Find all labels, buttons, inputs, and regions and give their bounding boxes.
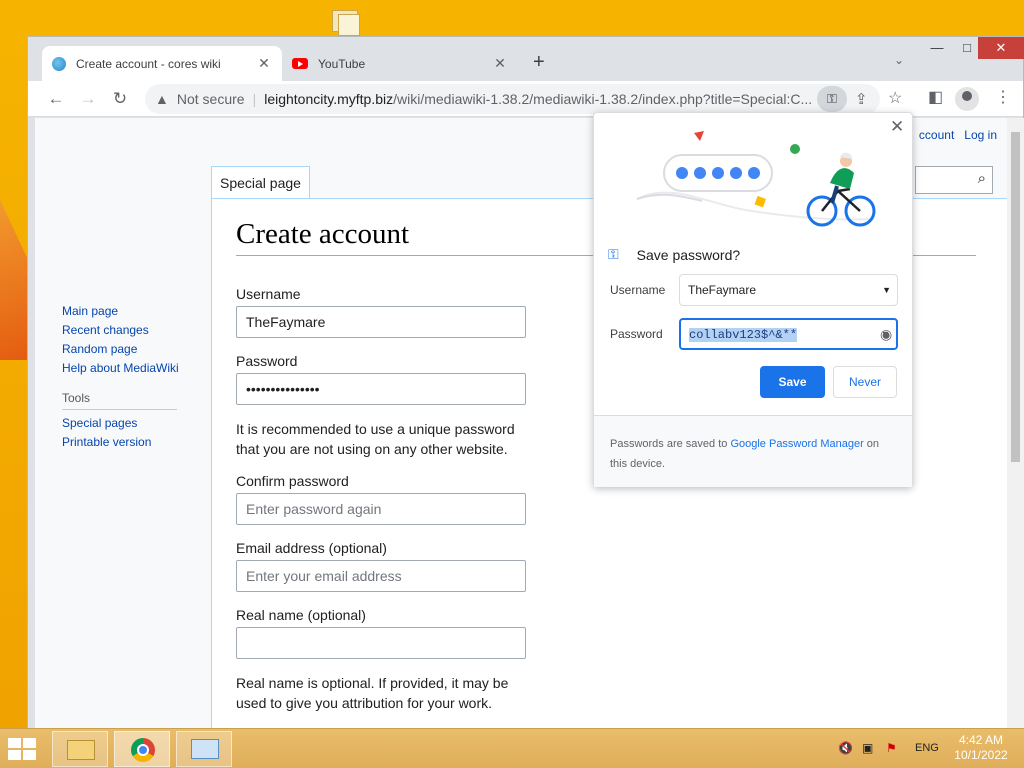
dialog-title: ⚿ Save password? (608, 246, 740, 263)
back-arrow-icon[interactable]: ← (44, 87, 68, 111)
action-center-flag-icon[interactable]: ⚑ (886, 741, 897, 755)
url-host: leightoncity.myftp.biz (264, 91, 394, 107)
tab-special-page[interactable]: Special page (211, 166, 310, 199)
new-tab-button[interactable]: + (533, 51, 545, 74)
clock-time: 4:42 AM (958, 733, 1004, 747)
sidebar-item-recent-changes[interactable]: Recent changes (62, 323, 179, 337)
profile-avatar-icon[interactable] (955, 87, 979, 111)
dialog-title-text: Save password? (636, 246, 741, 263)
create-account-form: Username TheFaymare Password •••••••••••… (236, 286, 526, 713)
dialog-close-icon[interactable]: ✕ (890, 117, 904, 137)
control-panel-icon (191, 739, 219, 759)
windows-start-icon[interactable] (8, 738, 38, 762)
email-field[interactable]: Enter your email address (236, 560, 526, 592)
tab-close-icon[interactable]: ✕ (256, 55, 272, 72)
youtube-favicon-icon (292, 58, 308, 69)
real-name-help-text: Real name is optional. If provided, it m… (236, 675, 509, 711)
key-icon: ⚿ (608, 246, 619, 262)
desktop-wallpaper-shape (0, 200, 30, 360)
never-button[interactable]: Never (833, 366, 897, 398)
warning-triangle-icon[interactable]: ▲ (155, 91, 169, 107)
wiki-favicon-icon (52, 56, 66, 71)
chrome-taskbar-button[interactable] (114, 731, 170, 767)
tab-youtube[interactable]: YouTube ✕ (282, 46, 518, 81)
sidebar-item-help[interactable]: Help about MediaWiki (62, 361, 179, 375)
address-bar[interactable]: ▲ Not secure | leightoncity.myftp.biz/wi… (145, 84, 880, 114)
popup-password-label: Password (610, 327, 663, 341)
reload-icon[interactable]: ↻ (108, 87, 132, 111)
volume-muted-icon[interactable]: 🔇 (838, 741, 853, 755)
chevron-down-icon: ▼ (882, 285, 891, 295)
personal-links: ccount Log in (919, 128, 997, 142)
forward-arrow-icon[interactable]: → (76, 87, 100, 111)
popup-username-label: Username (610, 283, 666, 297)
confirm-password-label: Confirm password (236, 473, 349, 489)
real-name-field[interactable] (236, 627, 526, 659)
wiki-search-input[interactable]: ⌕ (915, 166, 993, 194)
log-in-link[interactable]: Log in (964, 128, 997, 142)
bookmark-star-icon[interactable]: ☆ (888, 88, 902, 108)
window-close-button[interactable]: ✕ (978, 37, 1024, 59)
popup-password-select[interactable]: collabv123$^&** ▼ (679, 318, 898, 350)
clock-date: 10/1/2022 (954, 748, 1008, 762)
system-clock[interactable]: 4:42 AM 10/1/2022 (950, 733, 1012, 763)
sidebar-item-main-page[interactable]: Main page (62, 304, 179, 318)
folder-icon (67, 740, 95, 760)
language-indicator[interactable]: ENG (915, 742, 939, 754)
create-account-link[interactable]: ccount (919, 128, 954, 142)
sidebar-tools-header: Tools (62, 391, 177, 410)
sidebar-item-random-page[interactable]: Random page (62, 342, 179, 356)
real-name-label: Real name (optional) (236, 607, 366, 623)
taskbar: 🔇 ▣ ⚑ ENG 4:42 AM 10/1/2022 (0, 728, 1024, 768)
chrome-icon (131, 738, 155, 762)
control-panel-button[interactable] (176, 731, 232, 767)
confirm-password-field[interactable]: Enter password again (236, 493, 526, 525)
tab-strip: Create account - cores wiki ✕ YouTube ✕ … (28, 37, 1024, 81)
email-label: Email address (optional) (236, 540, 387, 556)
tab-title: YouTube (318, 56, 366, 71)
show-password-eye-icon[interactable]: ◉ (880, 326, 892, 343)
side-panel-icon[interactable]: ◧ (928, 87, 943, 107)
username-label: Username (236, 286, 301, 302)
tab-title: Create account - cores wiki (76, 56, 221, 71)
menu-kebab-icon[interactable]: ⋮ (995, 87, 1011, 107)
tab-create-account[interactable]: Create account - cores wiki ✕ (42, 46, 282, 81)
password-help-text: It is recommended to use a unique passwo… (236, 421, 515, 457)
popup-username-select[interactable]: TheFaymare ▼ (679, 274, 898, 306)
tab-search-chevron-icon[interactable]: ⌄ (894, 53, 904, 67)
popup-username-value: TheFaymare (688, 283, 757, 297)
popup-password-value: collabv123$^&** (689, 328, 798, 342)
url-text[interactable]: leightoncity.myftp.biz/wiki/mediawiki-1.… (264, 91, 819, 107)
footer-text-prefix: Passwords are saved to (610, 438, 731, 450)
page-scrollbar[interactable] (1007, 118, 1024, 728)
security-status[interactable]: Not secure (177, 91, 245, 107)
share-icon[interactable]: ⇪ (855, 90, 868, 108)
desktop-folder-icon[interactable] (330, 6, 364, 36)
file-explorer-button[interactable] (52, 731, 108, 767)
save-password-dialog: ✕ ⚿ Save password? Username TheFaymare ▼… (593, 112, 913, 487)
save-button[interactable]: Save (760, 366, 825, 398)
network-icon[interactable]: ▣ (862, 741, 873, 755)
password-illustration (636, 131, 876, 227)
scrollbar-thumb[interactable] (1011, 132, 1020, 462)
divider: | (252, 91, 257, 107)
tab-close-icon[interactable]: ✕ (492, 55, 508, 72)
password-label: Password (236, 353, 298, 369)
password-key-icon[interactable]: ⚿ (817, 86, 847, 112)
url-path: /wiki/mediawiki-1.38.2/mediawiki-1.38.2/… (393, 91, 813, 107)
search-icon[interactable]: ⌕ (978, 170, 986, 187)
dialog-footer: Passwords are saved to Google Password M… (594, 415, 912, 487)
minimize-button[interactable]: — (920, 37, 954, 59)
sidebar-item-special-pages[interactable]: Special pages (62, 416, 179, 430)
password-field[interactable]: ••••••••••••••• (236, 373, 526, 405)
sidebar-item-printable-version[interactable]: Printable version (62, 435, 179, 449)
sidebar: Main page Recent changes Random page Hel… (62, 304, 179, 454)
username-field[interactable]: TheFaymare (236, 306, 526, 338)
password-manager-link[interactable]: Google Password Manager (730, 438, 863, 450)
